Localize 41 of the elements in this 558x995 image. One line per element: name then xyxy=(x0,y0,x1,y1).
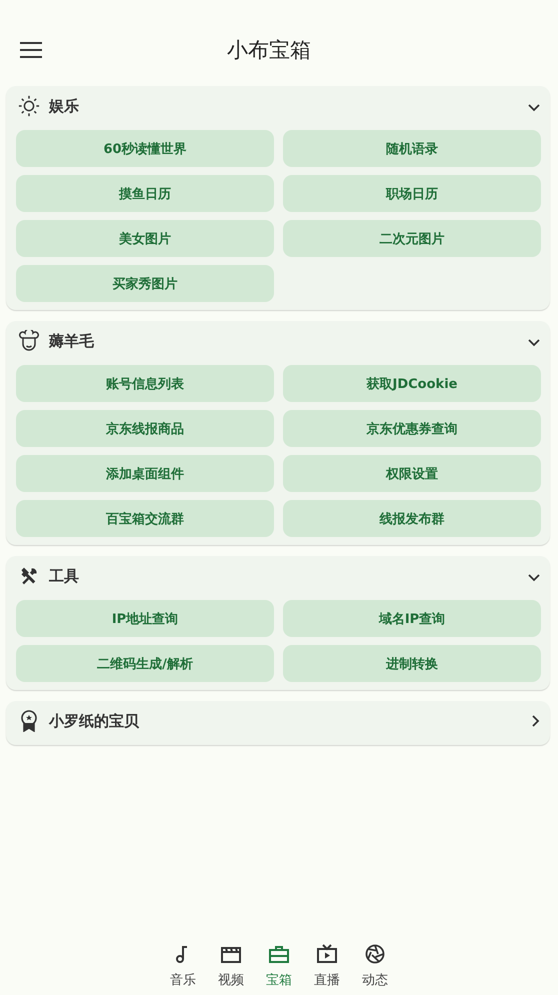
nav-tab[interactable]: 视频 xyxy=(212,943,250,989)
clapperboard-icon xyxy=(220,944,242,964)
tool-button[interactable]: 随机语录 xyxy=(283,130,541,167)
tool-button[interactable]: 百宝箱交流群 xyxy=(16,500,274,537)
sun-icon xyxy=(18,95,40,117)
section-title: 小罗纸的宝贝 xyxy=(49,712,140,730)
tool-button[interactable]: 账号信息列表 xyxy=(16,365,274,402)
section-title: 工具 xyxy=(49,566,80,586)
nav-tab[interactable]: 直播 xyxy=(308,943,346,989)
tool-button[interactable]: 二维码生成/解析 xyxy=(16,645,274,682)
aperture-icon xyxy=(365,944,385,964)
tool-button[interactable]: 获取JDCookie xyxy=(283,365,541,402)
tool-button[interactable]: 添加桌面组件 xyxy=(16,455,274,492)
nav-tab[interactable]: 宝箱 xyxy=(260,943,298,989)
tool-button[interactable]: 买家秀图片 xyxy=(16,265,274,302)
tool-button[interactable]: 美女图片 xyxy=(16,220,274,257)
tool-button[interactable]: 京东优惠券查询 xyxy=(283,410,541,447)
tool-button[interactable]: 二次元图片 xyxy=(283,220,541,257)
tool-button[interactable]: 线报发布群 xyxy=(283,500,541,537)
toolbox-icon xyxy=(268,944,290,964)
tool-button[interactable]: 60秒读懂世界 xyxy=(16,130,274,167)
section-header[interactable]: 娱乐 xyxy=(6,86,550,126)
tool-button[interactable]: 职场日历 xyxy=(283,175,541,212)
award-icon xyxy=(20,710,38,732)
section-title: 娱乐 xyxy=(49,96,80,116)
tv-play-icon xyxy=(316,944,338,964)
section-header[interactable]: 工具 xyxy=(6,556,550,596)
tool-button[interactable]: 进制转换 xyxy=(283,645,541,682)
nav-tab[interactable]: 音乐 xyxy=(164,943,202,989)
chef-face-icon xyxy=(17,330,41,352)
tool-button[interactable]: IP地址查询 xyxy=(16,600,274,637)
section-title: 薅羊毛 xyxy=(49,332,95,350)
tool-button[interactable]: 京东线报商品 xyxy=(16,410,274,447)
tool-button[interactable]: 摸鱼日历 xyxy=(16,175,274,212)
tool-button[interactable]: 域名IP查询 xyxy=(283,600,541,637)
app-title: 小布宝箱 xyxy=(226,37,312,64)
section-header[interactable]: 薅羊毛 xyxy=(6,321,550,361)
tool-button[interactable]: 权限设置 xyxy=(283,455,541,492)
menu-button[interactable] xyxy=(20,42,42,58)
tools-icon xyxy=(19,566,39,586)
nav-tab[interactable]: 动态 xyxy=(356,943,394,989)
